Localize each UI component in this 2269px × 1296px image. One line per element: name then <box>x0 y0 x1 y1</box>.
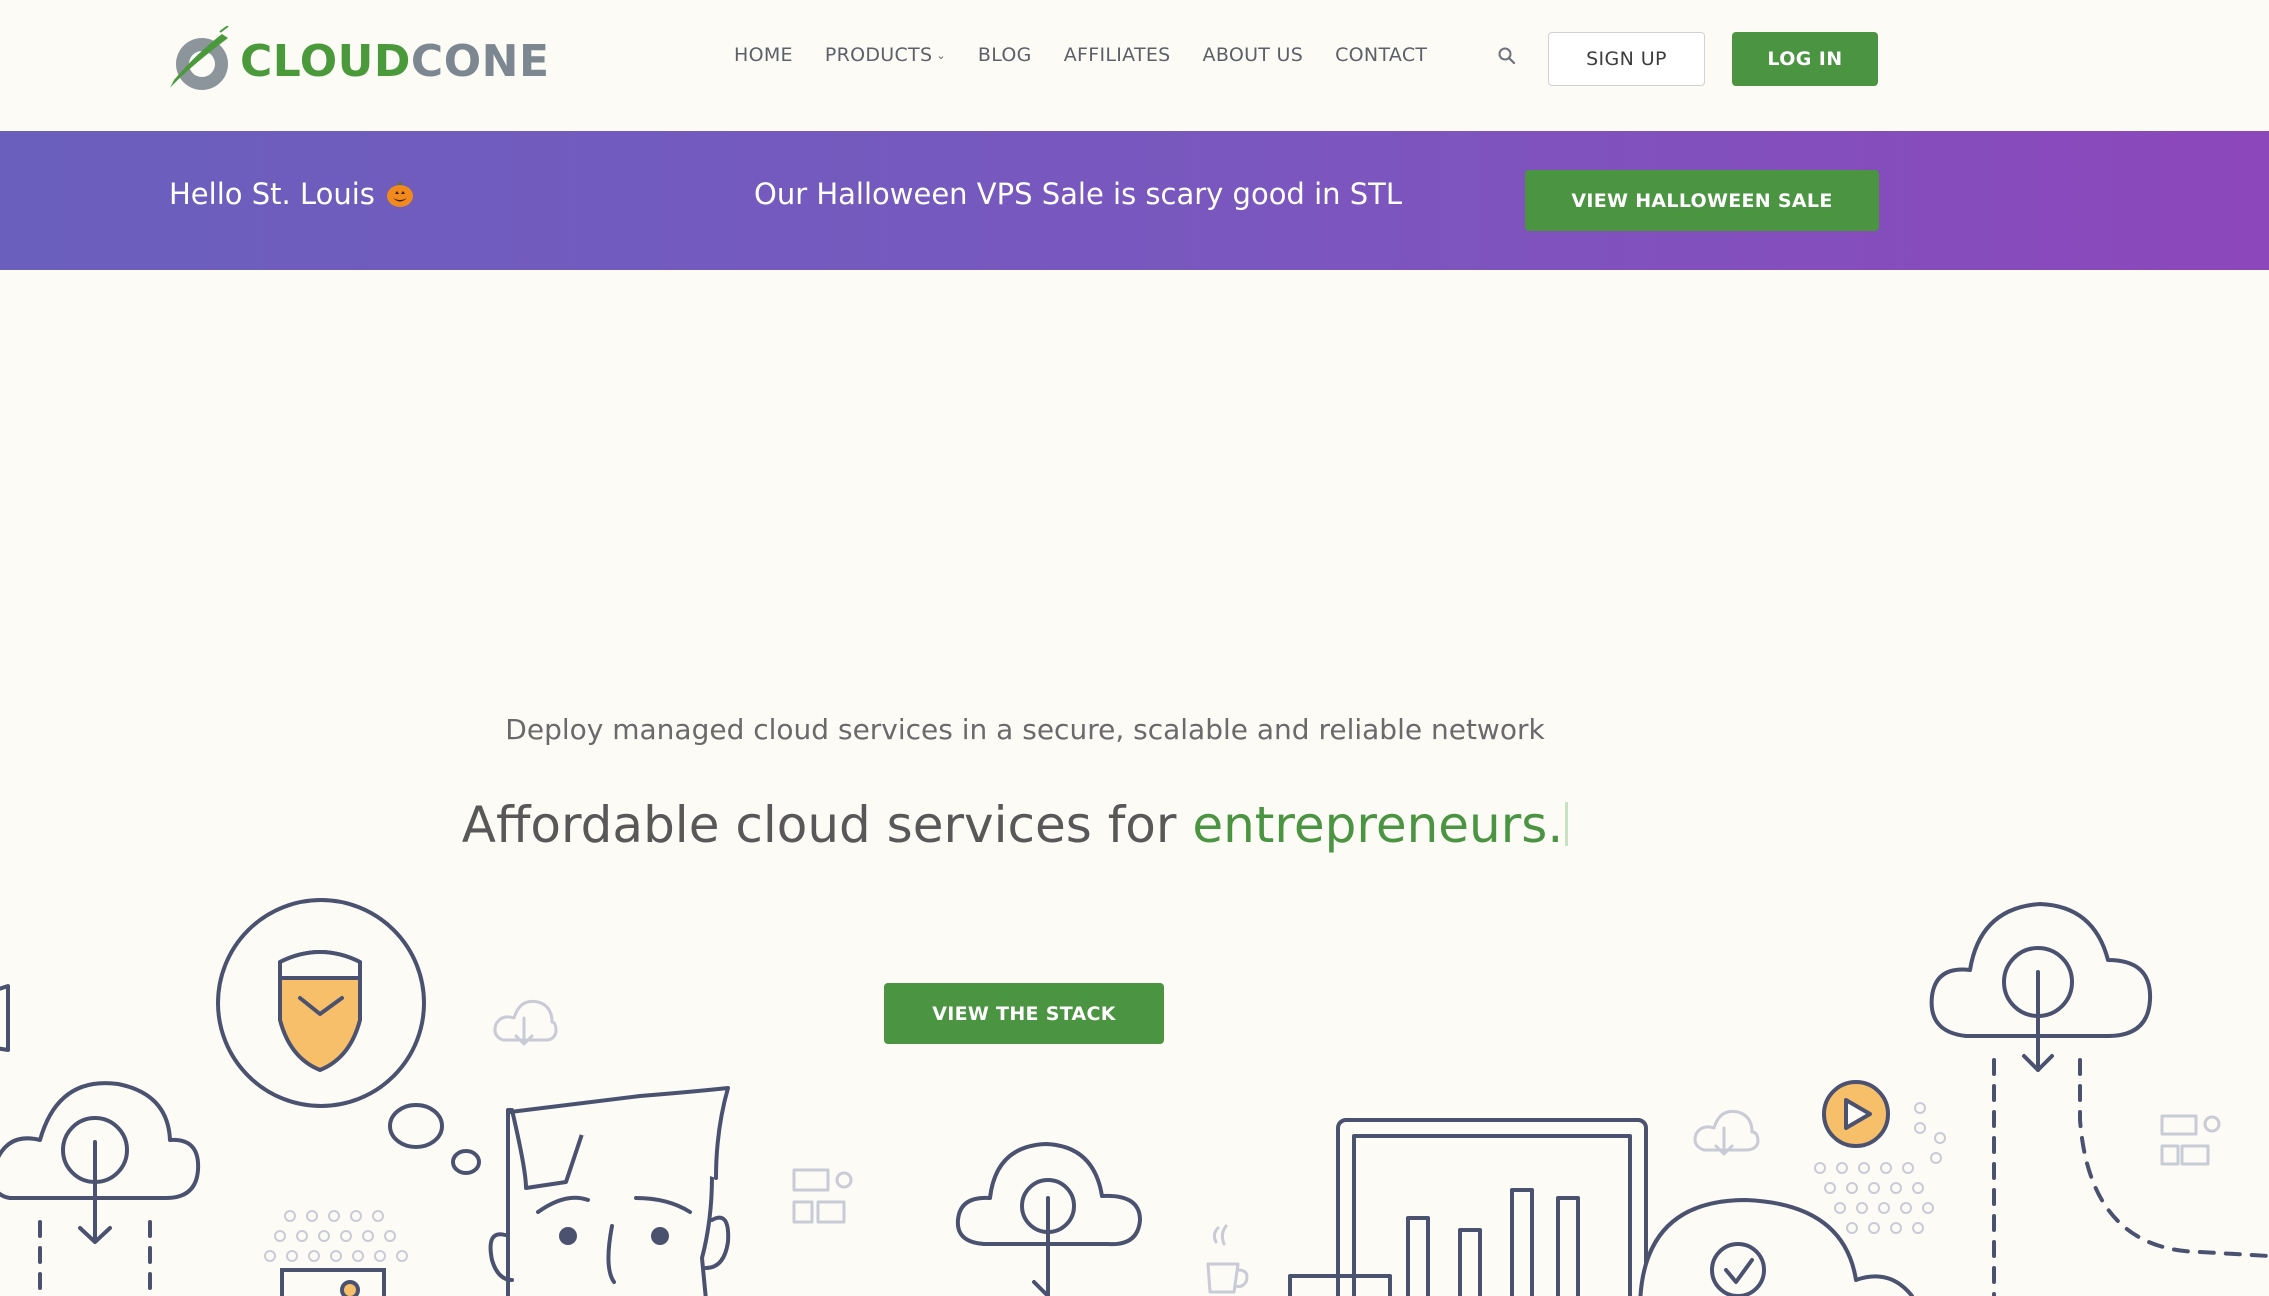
nav-blog[interactable]: BLOG <box>978 44 1032 66</box>
man-illustration <box>488 1086 731 1296</box>
nav-home[interactable]: HOME <box>734 44 793 66</box>
hero-subtitle: Deploy managed cloud services in a secur… <box>505 713 1545 746</box>
hero-title-accent: entrepreneurs. <box>1192 796 1564 854</box>
cloud-download-icon <box>493 999 558 1046</box>
logo-icon <box>170 26 229 90</box>
nav-about-us[interactable]: ABOUT US <box>1203 44 1304 66</box>
logo-text-cloud: CLOUD <box>240 35 411 87</box>
site-header: CLOUDCONE HOME PRODUCTS ⌄ BLOG AFFILIATES… <box>0 0 2269 131</box>
cloud-power-icon-right <box>1929 902 2269 1296</box>
shield-thought-bubble <box>216 898 481 1175</box>
nav-products-label: PRODUCTS <box>824 44 933 66</box>
pumpkin-icon <box>386 182 413 207</box>
nav-affiliates-label: AFFILIATES <box>1063 44 1171 66</box>
cloud-power-icon <box>0 1081 201 1296</box>
cloudcone-logo[interactable]: CLOUDCONE <box>166 26 550 96</box>
network-diagram-icon <box>792 1168 853 1224</box>
log-in-button[interactable]: LOG IN <box>1732 32 1878 86</box>
cloud-download-icon-right <box>1693 1109 1760 1156</box>
nav-contact-label: CONTACT <box>1335 44 1428 66</box>
hero-title-prefix: Affordable cloud services for <box>461 796 1193 854</box>
nav-blog-label: BLOG <box>977 44 1032 66</box>
logo-text-cone: CONE <box>410 35 550 87</box>
banner-greeting: Hello St. Louis <box>169 177 415 211</box>
view-halloween-sale-button[interactable]: VIEW HALLOWEEN SALE <box>1525 170 1879 231</box>
search-icon[interactable] <box>1497 46 1517 66</box>
laptop-illustration <box>280 1268 386 1296</box>
play-button-illustration <box>1822 1080 1890 1148</box>
banner-message: Our Halloween VPS Sale is scary good in … <box>754 177 1402 211</box>
nav-contact[interactable]: CONTACT <box>1335 44 1427 66</box>
view-the-stack-button[interactable]: VIEW THE STACK <box>884 983 1164 1044</box>
network-diagram-icon-right <box>2160 1114 2221 1166</box>
main-nav: HOME PRODUCTS ⌄ BLOG AFFILIATES ABOUT US … <box>734 44 1459 66</box>
typing-cursor <box>1565 802 1569 846</box>
hero-illustration <box>0 898 2269 1296</box>
nav-products[interactable]: PRODUCTS ⌄ <box>825 44 946 66</box>
monitor-chart-illustration <box>1288 1118 1648 1296</box>
hero-title: Affordable cloud services for entreprene… <box>0 796 2030 854</box>
cloud-power-icon-center <box>955 1142 1142 1296</box>
sign-up-button[interactable]: SIGN UP <box>1548 32 1705 86</box>
nav-home-label: HOME <box>734 44 793 66</box>
promo-banner: Hello St. Louis Our Halloween VPS Sale i… <box>0 131 2269 270</box>
banner-greeting-text: Hello St. Louis <box>169 177 375 211</box>
logo-text: CLOUDCONE <box>240 36 550 87</box>
nav-about-us-label: ABOUT US <box>1202 44 1304 66</box>
coffee-cup-icon <box>1206 1224 1249 1294</box>
nav-affiliates[interactable]: AFFILIATES <box>1064 44 1171 66</box>
chevron-down-icon: ⌄ <box>936 48 946 62</box>
cloud-check-illustration <box>1638 1198 1914 1296</box>
